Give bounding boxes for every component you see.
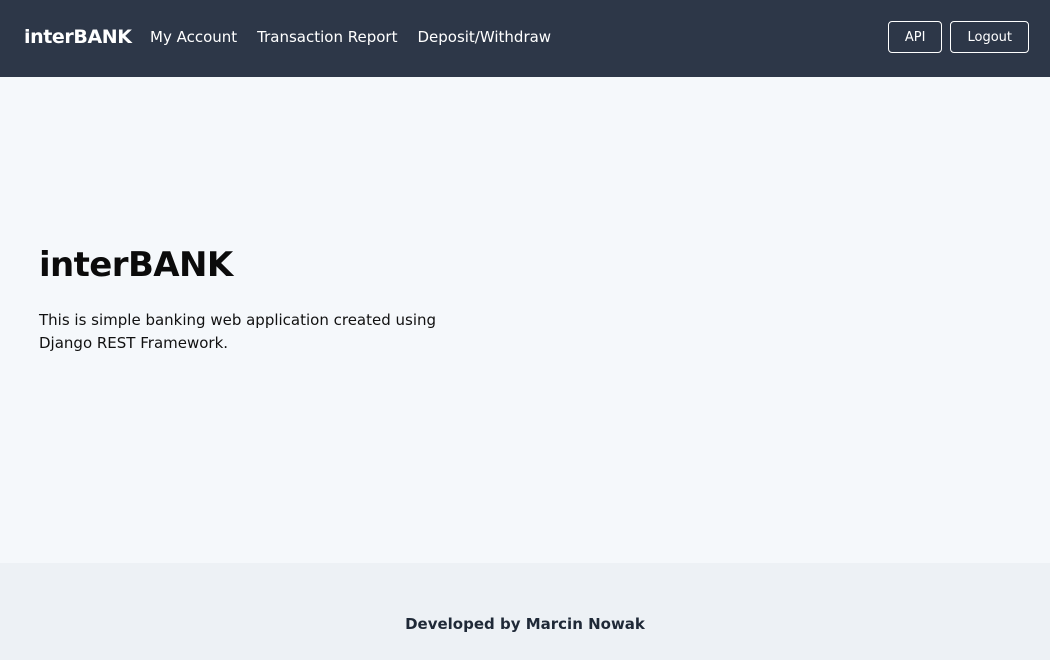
nav-actions: API Logout	[887, 21, 1029, 53]
top-navbar: interBANK My Account Transaction Report …	[0, 0, 1050, 77]
page-title: interBANK	[39, 245, 233, 285]
logout-button[interactable]: Logout	[950, 21, 1029, 53]
main-nav: My Account Transaction Report Deposit/Wi…	[150, 28, 551, 46]
api-button[interactable]: API	[887, 21, 943, 53]
brand-logo-link[interactable]: interBANK	[24, 26, 132, 48]
hero-section: interBANK This is simple banking web app…	[0, 77, 1050, 563]
hero-description: This is simple banking web application c…	[39, 311, 437, 352]
nav-link-deposit-withdraw[interactable]: Deposit/Withdraw	[417, 28, 551, 46]
nav-link-my-account[interactable]: My Account	[150, 28, 237, 46]
footer-credit: Developed by Marcin Nowak	[405, 615, 645, 633]
nav-link-transaction-report[interactable]: Transaction Report	[257, 28, 397, 46]
page-footer: Developed by Marcin Nowak	[0, 563, 1050, 660]
